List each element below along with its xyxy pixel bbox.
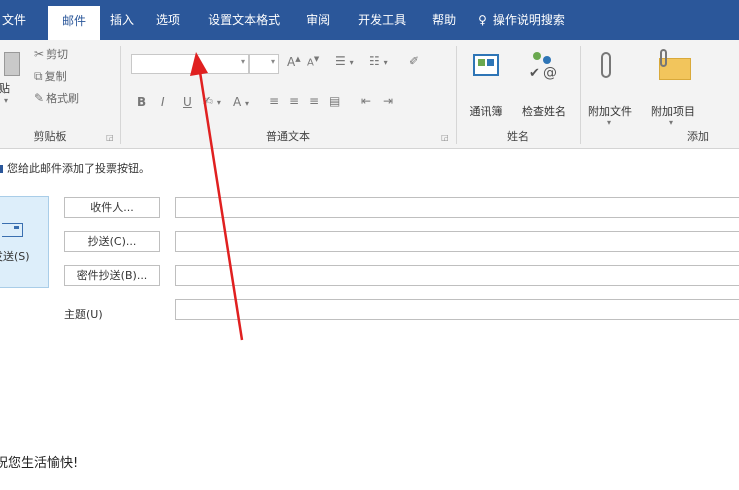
paste-icon	[4, 52, 20, 76]
address-book-button[interactable]: 通讯簿	[463, 48, 509, 122]
names-group-label: 姓名	[507, 130, 529, 143]
tab-review[interactable]: 审阅	[294, 0, 344, 40]
format-painter-button[interactable]: ✎ 格式刷	[34, 90, 79, 106]
font-grow-label: A	[287, 55, 296, 69]
clear-format-icon: ✐	[409, 54, 420, 68]
highlighter-icon: ✍	[203, 94, 214, 108]
envelope-attach-icon	[659, 49, 691, 80]
copy-button[interactable]: ⧉ 复制	[34, 68, 67, 84]
bullet-list-icon: ☰	[335, 54, 346, 68]
subject-field[interactable]	[175, 299, 739, 320]
check-names-icon: ✔ @	[529, 52, 559, 82]
chevron-down-icon: ▾	[240, 57, 245, 66]
decrease-indent-icon: ⇤	[361, 94, 372, 108]
clear-format-button[interactable]: ✐	[409, 54, 419, 68]
chevron-down-icon: ▾	[607, 118, 612, 127]
tab-developer[interactable]: 开发工具	[344, 0, 420, 40]
align-left-button[interactable]: ≡	[269, 94, 279, 108]
font-color-label: A	[233, 95, 242, 109]
font-color-button[interactable]: A ▾	[233, 95, 249, 109]
cut-button[interactable]: ✂ 剪切	[34, 46, 68, 62]
tab-format-text[interactable]: 设置文本格式	[194, 0, 294, 40]
include-group-label: 添加	[687, 130, 709, 143]
send-envelope-icon	[2, 223, 23, 237]
tab-insert[interactable]: 插入	[100, 0, 146, 40]
copy-icon: ⧉	[34, 68, 43, 83]
paste-label: 粘贴	[0, 82, 10, 95]
tab-options[interactable]: 选项	[146, 0, 194, 40]
subject-label: 主题(U)	[64, 308, 103, 321]
decrease-indent-button[interactable]: ⇤	[361, 94, 371, 108]
attach-item-label: 附加项目	[651, 105, 695, 118]
tell-me-label: 操作说明搜索	[492, 13, 565, 27]
format-painter-icon: ✎	[34, 91, 45, 105]
font-size-combo[interactable]: ▾	[249, 54, 279, 74]
increase-indent-button[interactable]: ⇥	[383, 94, 393, 108]
basic-text-group: ▾ ▾ A▲ A▼ ☰ ▾ ☷ ▾ ✐ B I U ✍ ▾ A ▾ ≡ ≡ ≡ …	[121, 40, 455, 148]
cc-button[interactable]: 抄送(C)...	[64, 231, 160, 252]
scissors-icon: ✂	[34, 47, 45, 61]
dialog-launcher-icon[interactable]: ◲	[441, 133, 449, 142]
send-button[interactable]: 发送(S)	[0, 196, 49, 288]
paperclip-icon	[601, 52, 611, 78]
include-group: 附加文件 ▾ 附加项目 ▾ 添加	[581, 40, 739, 148]
font-shrink-label: A	[307, 57, 314, 69]
attach-file-label: 附加文件	[588, 105, 632, 118]
format-painter-label: 格式刷	[46, 92, 80, 105]
dialog-launcher-icon[interactable]: ◲	[106, 133, 114, 142]
bullets-button[interactable]: ☰ ▾	[335, 54, 354, 68]
send-label: 发送(S)	[0, 250, 30, 263]
align-left-icon: ≡	[269, 94, 280, 108]
font-grow-button[interactable]: A▲	[287, 55, 301, 69]
to-button[interactable]: 收件人...	[64, 197, 160, 218]
info-bar: 您给此邮件添加了投票按钮。	[0, 160, 150, 176]
chevron-down-icon: ▾	[669, 118, 674, 127]
info-icon	[0, 165, 3, 173]
lightbulb-icon: ♀	[478, 13, 487, 27]
attach-item-button[interactable]: 附加项目 ▾	[643, 48, 703, 138]
check-names-button[interactable]: ✔ @ 检查姓名	[515, 48, 573, 122]
basic-text-group-label: 普通文本	[266, 130, 310, 143]
align-center-button[interactable]: ≡	[289, 94, 299, 108]
chevron-down-icon: ▾	[270, 57, 275, 66]
address-book-label: 通讯簿	[469, 105, 503, 118]
clipboard-group-label: 剪贴板	[33, 130, 67, 143]
numbering-button[interactable]: ☷ ▾	[369, 54, 388, 68]
justify-button[interactable]: ▤	[329, 94, 340, 108]
highlight-button[interactable]: ✍ ▾	[203, 94, 221, 108]
bold-button[interactable]: B	[137, 95, 146, 109]
tab-help[interactable]: 帮助	[420, 0, 468, 40]
align-right-button[interactable]: ≡	[309, 94, 319, 108]
names-group: 通讯簿 ✔ @ 检查姓名 姓名	[457, 40, 579, 148]
numbered-list-icon: ☷	[369, 54, 380, 68]
bcc-button[interactable]: 密件抄送(B)...	[64, 265, 160, 286]
ribbon-tab-bar: 文件 邮件 插入 选项 设置文本格式 审阅 开发工具 帮助 ♀ 操作说明搜索	[0, 0, 739, 40]
to-field[interactable]	[175, 197, 739, 218]
tab-file[interactable]: 文件	[0, 0, 40, 40]
underline-button[interactable]: U	[183, 95, 192, 109]
info-bar-text: 您给此邮件添加了投票按钮。	[7, 162, 150, 175]
copy-label: 复制	[44, 70, 67, 83]
increase-indent-icon: ⇥	[383, 94, 394, 108]
tell-me-search[interactable]: ♀ 操作说明搜索	[468, 0, 575, 40]
bcc-field[interactable]	[175, 265, 739, 286]
font-name-combo[interactable]: ▾	[131, 54, 249, 74]
font-shrink-button[interactable]: A▼	[307, 55, 319, 68]
clipboard-group: 粘贴 ▾ ✂剪切 ⧉复制 ✎格式刷 剪贴板 ◲	[0, 40, 120, 148]
message-body-text[interactable]: 祝您生活愉快!	[0, 452, 78, 471]
italic-button[interactable]: I	[161, 95, 165, 109]
tab-message[interactable]: 邮件	[48, 6, 101, 40]
paste-button[interactable]: 粘贴 ▾	[0, 52, 28, 112]
align-right-icon: ≡	[309, 94, 320, 108]
ribbon: 粘贴 ▾ ✂剪切 ⧉复制 ✎格式刷 剪贴板 ◲ ▾ ▾ A▲ A▼ ☰ ▾ ☷ …	[0, 40, 739, 149]
align-center-icon: ≡	[289, 94, 300, 108]
check-names-label: 检查姓名	[522, 105, 566, 118]
cut-label: 剪切	[46, 48, 69, 61]
chevron-down-icon: ▾	[4, 96, 9, 105]
address-book-icon	[473, 54, 499, 76]
cc-field[interactable]	[175, 231, 739, 252]
attach-file-button[interactable]: 附加文件 ▾	[581, 48, 639, 138]
justify-icon: ▤	[329, 94, 341, 108]
